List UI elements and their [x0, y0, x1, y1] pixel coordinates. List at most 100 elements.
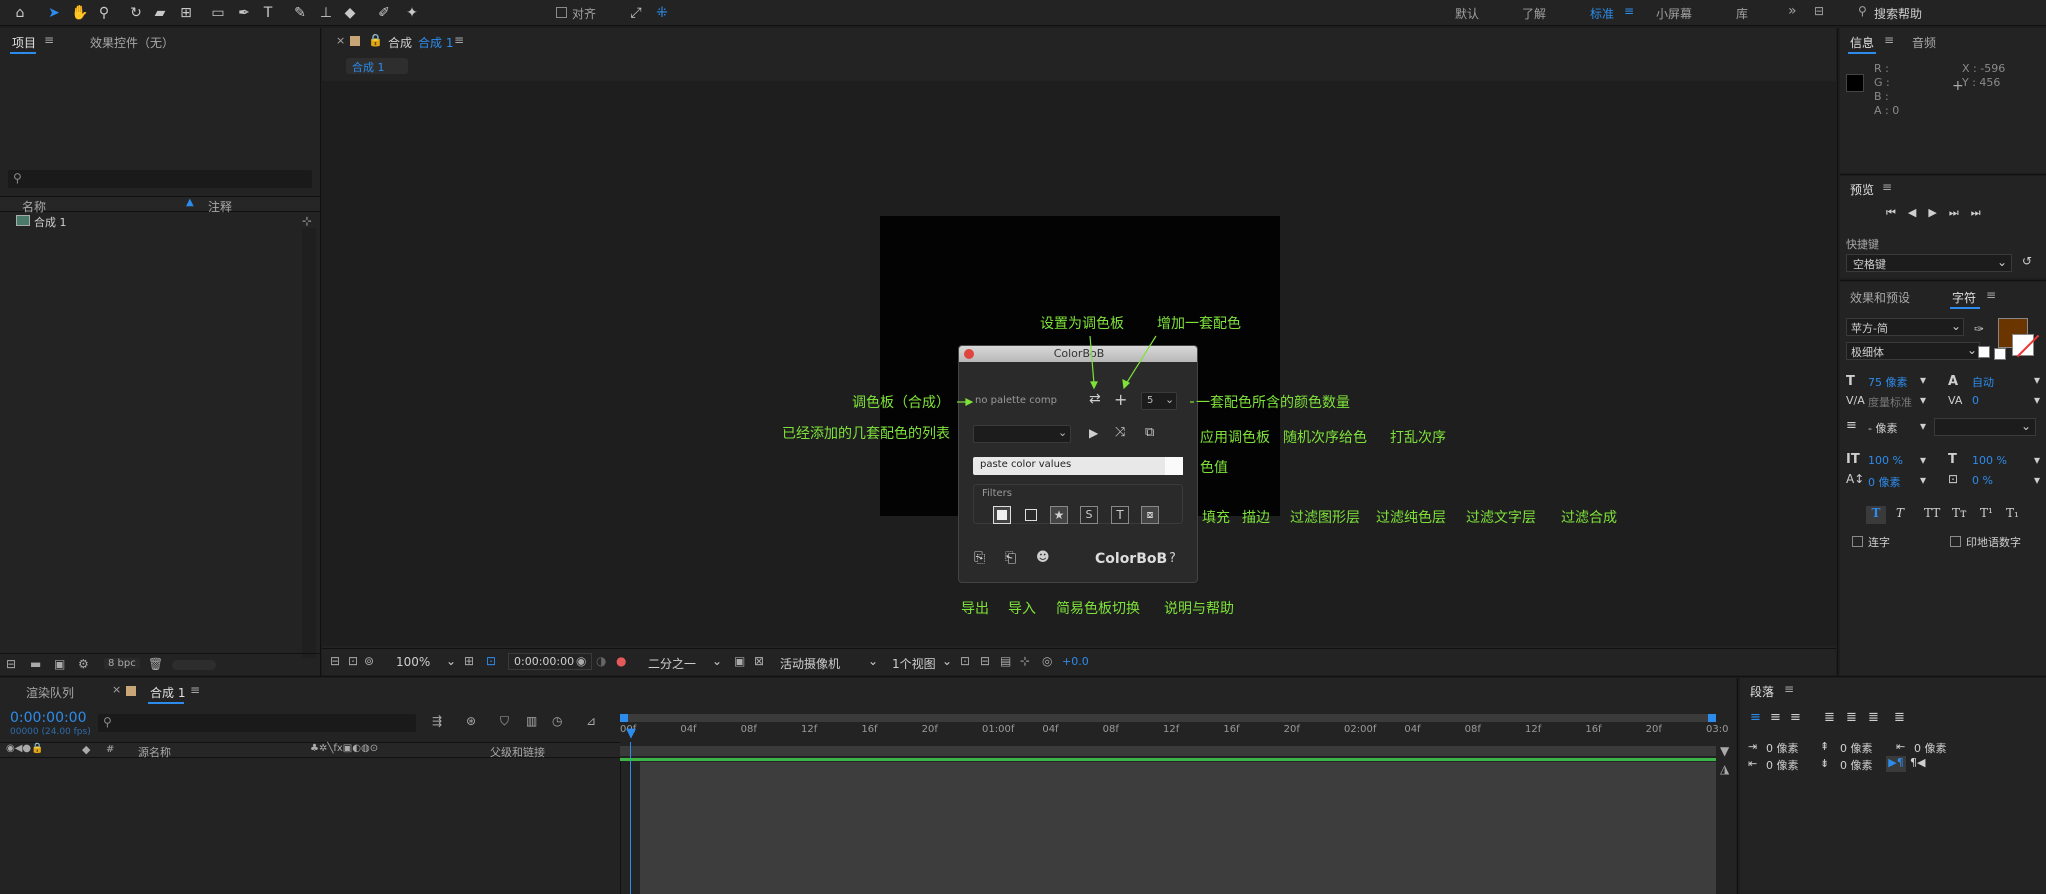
space-before-value[interactable]: 0 像素	[1840, 740, 1873, 756]
column-source-name[interactable]: 源名称	[138, 744, 171, 760]
current-time-indicator-icon[interactable]: ▼	[626, 726, 636, 741]
panel-menu-icon[interactable]: ≡	[1784, 682, 1794, 696]
chevron-down-icon[interactable]: ▾	[2034, 453, 2040, 467]
first-line-indent-value[interactable]: 0 像素	[1914, 740, 1947, 756]
shy-layers-icon[interactable]: ⛉	[500, 714, 509, 729]
active-tab-underline	[148, 702, 184, 704]
hindi-digits-checkbox[interactable]	[1950, 536, 1961, 547]
align-center-icon[interactable]: ≡	[1770, 710, 1781, 725]
motion-blur-icon[interactable]: ◷	[552, 714, 562, 728]
stroke-color-swatch[interactable]	[2012, 334, 2040, 358]
chevron-down-icon[interactable]: ▾	[1920, 453, 1926, 467]
graph-editor-icon[interactable]: ⊿	[586, 714, 596, 728]
eyedropper-icon[interactable]: ✑	[1974, 322, 1984, 336]
chevron-down-icon[interactable]: ▾	[1920, 473, 1926, 487]
timeline-zoom-in-icon[interactable]: ▼	[1720, 744, 1729, 758]
faux-italic-button[interactable]: T	[1896, 506, 1904, 520]
work-area-start-handle[interactable]	[620, 714, 628, 722]
shortcut-dropdown[interactable]: 空格键 ⌄	[1846, 254, 2012, 272]
font-family-dropdown[interactable]: 苹方-简 ⌄	[1846, 318, 1964, 336]
divider	[1840, 280, 2046, 281]
draft-3d-icon[interactable]: ⊛	[466, 714, 476, 728]
tab-effects-presets[interactable]: 效果和预设	[1850, 289, 1910, 306]
divider	[1840, 174, 2046, 175]
ruler-tick-label: 12f	[801, 724, 818, 735]
justify-all-icon[interactable]: ≣	[1894, 710, 1905, 725]
divider	[620, 742, 621, 894]
chevron-down-icon[interactable]: ▾	[1920, 393, 1926, 407]
tracking-value[interactable]: 0	[1972, 394, 1979, 407]
justify-right-icon[interactable]: ≣	[1868, 710, 1879, 725]
annotation-list: 已经添加的几套配色的列表	[782, 426, 950, 442]
indent-right-value[interactable]: 0 像素	[1766, 757, 1799, 773]
ruler-tick-label: 20f	[1283, 724, 1300, 735]
paragraph-panel: 段落 ≡ ≡ ≡ ≡ ≣ ≣ ≣ ≣ ⇥ 0 像素 ⇞ 0 像素 ⇤ 0 像素 …	[1740, 678, 2046, 894]
rtl-direction-button[interactable]: ¶◀	[1910, 756, 1925, 769]
justify-center-icon[interactable]: ≣	[1846, 710, 1857, 725]
work-area-bar[interactable]	[620, 714, 1716, 722]
font-size-value[interactable]: 75 像素	[1868, 374, 1908, 390]
ruler-ticks: 00f 04f 08f 12f 16f 20f 01:00f 04f 08f 12f 16f 20f 0…	[620, 724, 1728, 738]
ltr-direction-button[interactable]: ▶¶	[1886, 756, 1906, 772]
annotation-palette-comp: 调色板（合成）	[852, 395, 950, 411]
time-ruler[interactable]: 00f 04f 08f 12f 16f 20f 01:00f 04f 08f 12f 16f 20f 0…	[620, 714, 1728, 758]
superscript-button[interactable]: T¹	[1980, 506, 1993, 520]
all-caps-button[interactable]: TT	[1924, 506, 1940, 520]
chevron-down-icon[interactable]: ▾	[2034, 473, 2040, 487]
panel-menu-icon[interactable]: ≡	[190, 683, 200, 697]
loop-icon[interactable]: ↺	[2022, 254, 2032, 268]
horizontal-scale-value[interactable]: 100 %	[1972, 454, 2007, 467]
close-tab-icon[interactable]: ×	[112, 683, 121, 696]
work-area-end-handle[interactable]	[1708, 714, 1716, 722]
default-colors-icon[interactable]	[1994, 348, 2006, 360]
panel-menu-icon[interactable]: ≡	[1986, 288, 1996, 302]
tsume-value[interactable]: 0 %	[1972, 474, 1993, 487]
label-icon[interactable]: ◆	[82, 743, 90, 756]
tab-info[interactable]: 信息	[1850, 34, 1874, 51]
frame-blending-icon[interactable]: ▥	[526, 714, 537, 728]
stroke-width-value[interactable]: - 像素	[1868, 420, 1897, 436]
annotation-help: 说明与帮助	[1164, 601, 1234, 617]
panel-menu-icon[interactable]: ≡	[1882, 180, 1892, 194]
timeline-search-input[interactable]: ⚲	[98, 714, 416, 732]
align-right-icon[interactable]: ≡	[1790, 710, 1801, 725]
leading-value[interactable]: 自动	[1972, 374, 1994, 390]
chevron-down-icon[interactable]: ▾	[1920, 419, 1926, 433]
chevron-down-icon[interactable]: ▾	[2034, 373, 2040, 387]
chevron-down-icon[interactable]: ▾	[1920, 373, 1926, 387]
stroke-style-dropdown[interactable]: ⌄	[1934, 418, 2036, 436]
tab-timeline-comp[interactable]: 合成 1	[150, 684, 185, 701]
tab-render-queue[interactable]: 渲染队列	[26, 684, 74, 701]
time-navigator-bar[interactable]	[620, 746, 1716, 756]
ligature-checkbox[interactable]	[1852, 536, 1863, 547]
annotation-shuffle: 打乱次序	[1390, 430, 1446, 446]
tab-audio[interactable]: 音频	[1912, 34, 1936, 51]
comp-mini-flowchart-icon[interactable]: ⇶	[432, 714, 442, 728]
av-switches-icon[interactable]: ◉◀●🔒	[6, 743, 44, 754]
annotation-add-set: 增加一套配色	[1157, 316, 1241, 332]
baseline-shift-icon: A↕	[1846, 472, 1865, 486]
timeline-timecode[interactable]: 0:00:00:00	[10, 710, 87, 726]
chevron-down-icon[interactable]: ▾	[2034, 393, 2040, 407]
space-after-value[interactable]: 0 像素	[1840, 757, 1873, 773]
timeline-zoom-out-icon[interactable]: ◮	[1720, 762, 1729, 776]
hindi-digits-label: 印地语数字	[1966, 536, 2021, 549]
baseline-shift-value[interactable]: 0 像素	[1868, 474, 1901, 490]
align-left-icon[interactable]: ≡	[1750, 710, 1761, 725]
small-caps-button[interactable]: Tт	[1952, 506, 1967, 520]
playback-controls[interactable]: ⏮◀▶⏭⏭	[1886, 206, 1993, 220]
tab-character[interactable]: 字符	[1952, 289, 1976, 306]
swap-colors-icon[interactable]	[1978, 346, 1990, 358]
indent-left-value[interactable]: 0 像素	[1766, 740, 1799, 756]
justify-left-icon[interactable]: ≣	[1824, 710, 1835, 725]
font-style-dropdown[interactable]: 极细体 ⌄	[1846, 342, 1980, 360]
ruler-tick-label: 20f	[921, 724, 938, 735]
vertical-scale-value[interactable]: 100 %	[1868, 454, 1903, 467]
panel-menu-icon[interactable]: ≡	[1884, 33, 1894, 47]
layer-switches-icon[interactable]: ♣✲╲fx▣◐◍⊙	[310, 743, 378, 754]
faux-bold-button[interactable]: T	[1866, 506, 1886, 524]
subscript-button[interactable]: T₁	[2006, 506, 2019, 520]
kerning-value[interactable]: 度量标准	[1868, 394, 1912, 410]
timeline-track-area[interactable]	[640, 762, 1716, 894]
column-parent[interactable]: 父级和链接	[490, 744, 545, 760]
